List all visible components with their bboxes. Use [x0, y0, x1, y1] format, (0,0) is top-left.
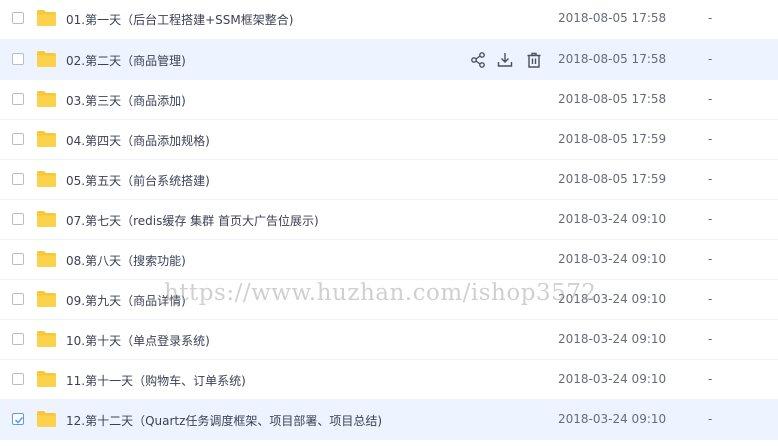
row-checkbox[interactable]: [12, 373, 24, 385]
file-name[interactable]: 12.第十二天（Quartz任务调度框架、项目部署、项目总结): [66, 412, 382, 429]
file-date: 2018-08-05 17:58: [558, 92, 667, 106]
file-date: 2018-03-24 09:10: [558, 372, 667, 386]
download-icon[interactable]: [496, 51, 514, 69]
file-list: 01.第一天（后台工程搭建+SSM框架整合) 2018-08-05 17:58 …: [0, 0, 778, 440]
folder-icon: [37, 331, 56, 347]
file-size: -: [708, 52, 713, 66]
folder-icon: [37, 371, 56, 387]
file-row[interactable]: 02.第二天（商品管理) 2018-08-05 17:58 -: [0, 40, 778, 80]
folder-icon: [37, 291, 56, 307]
file-size: -: [708, 292, 713, 306]
row-checkbox[interactable]: [12, 213, 24, 225]
file-name[interactable]: 01.第一天（后台工程搭建+SSM框架整合): [66, 11, 293, 28]
file-date: 2018-03-24 09:10: [558, 212, 667, 226]
file-name[interactable]: 07.第七天（redis缓存 集群 首页大广告位展示): [66, 212, 319, 229]
file-size: -: [708, 252, 713, 266]
file-row[interactable]: 01.第一天（后台工程搭建+SSM框架整合) 2018-08-05 17:58 …: [0, 0, 778, 40]
folder-icon: [37, 51, 56, 67]
share-icon[interactable]: [469, 51, 487, 69]
file-size: -: [708, 132, 713, 146]
file-date: 2018-03-24 09:10: [558, 252, 667, 266]
file-row[interactable]: 05.第五天（前台系统搭建) 2018-08-05 17:59 -: [0, 160, 778, 200]
row-checkbox[interactable]: [12, 253, 24, 265]
folder-icon: [37, 251, 56, 267]
folder-icon: [37, 411, 56, 427]
row-checkbox[interactable]: [12, 333, 24, 345]
file-name[interactable]: 04.第四天（商品添加规格): [66, 132, 210, 149]
file-date: 2018-08-05 17:58: [558, 11, 667, 25]
file-size: -: [708, 92, 713, 106]
delete-icon[interactable]: [525, 51, 543, 69]
file-row[interactable]: 04.第四天（商品添加规格) 2018-08-05 17:59 -: [0, 120, 778, 160]
file-row[interactable]: 07.第七天（redis缓存 集群 首页大广告位展示) 2018-03-24 0…: [0, 200, 778, 240]
file-date: 2018-03-24 09:10: [558, 412, 667, 426]
file-name[interactable]: 11.第十一天（购物车、订单系统): [66, 372, 246, 389]
file-date: 2018-08-05 17:59: [558, 172, 667, 186]
file-row[interactable]: 11.第十一天（购物车、订单系统) 2018-03-24 09:10 -: [0, 360, 778, 400]
file-date: 2018-03-24 09:10: [558, 332, 667, 346]
row-checkbox[interactable]: [12, 53, 24, 65]
file-size: -: [708, 172, 713, 186]
file-date: 2018-08-05 17:58: [558, 52, 667, 66]
file-size: -: [708, 212, 713, 226]
row-checkbox[interactable]: [12, 173, 24, 185]
row-checkbox[interactable]: [12, 133, 24, 145]
folder-icon: [37, 10, 56, 26]
file-row[interactable]: 08.第八天（搜索功能) 2018-03-24 09:10 -: [0, 240, 778, 280]
row-checkbox[interactable]: [12, 413, 24, 425]
file-row[interactable]: 03.第三天（商品添加) 2018-08-05 17:58 -: [0, 80, 778, 120]
folder-icon: [37, 171, 56, 187]
checkmark-icon: [14, 416, 24, 424]
file-size: -: [708, 372, 713, 386]
file-date: 2018-08-05 17:59: [558, 132, 667, 146]
file-name[interactable]: 05.第五天（前台系统搭建): [66, 172, 210, 189]
file-size: -: [708, 11, 713, 25]
file-date: 2018-03-24 09:10: [558, 292, 667, 306]
file-name[interactable]: 02.第二天（商品管理): [66, 52, 186, 69]
file-size: -: [708, 332, 713, 346]
folder-icon: [37, 211, 56, 227]
file-row[interactable]: 09.第九天（商品详情) 2018-03-24 09:10 -: [0, 280, 778, 320]
file-name[interactable]: 08.第八天（搜索功能): [66, 252, 186, 269]
file-name[interactable]: 09.第九天（商品详情): [66, 292, 186, 309]
folder-icon: [37, 91, 56, 107]
file-name[interactable]: 03.第三天（商品添加): [66, 92, 186, 109]
file-name[interactable]: 10.第十天（单点登录系统): [66, 332, 210, 349]
row-checkbox[interactable]: [12, 12, 24, 24]
row-checkbox[interactable]: [12, 293, 24, 305]
file-size: -: [708, 412, 713, 426]
row-checkbox[interactable]: [12, 93, 24, 105]
file-row[interactable]: 12.第十二天（Quartz任务调度框架、项目部署、项目总结) 2018-03-…: [0, 400, 778, 440]
file-row[interactable]: 10.第十天（单点登录系统) 2018-03-24 09:10 -: [0, 320, 778, 360]
folder-icon: [37, 131, 56, 147]
